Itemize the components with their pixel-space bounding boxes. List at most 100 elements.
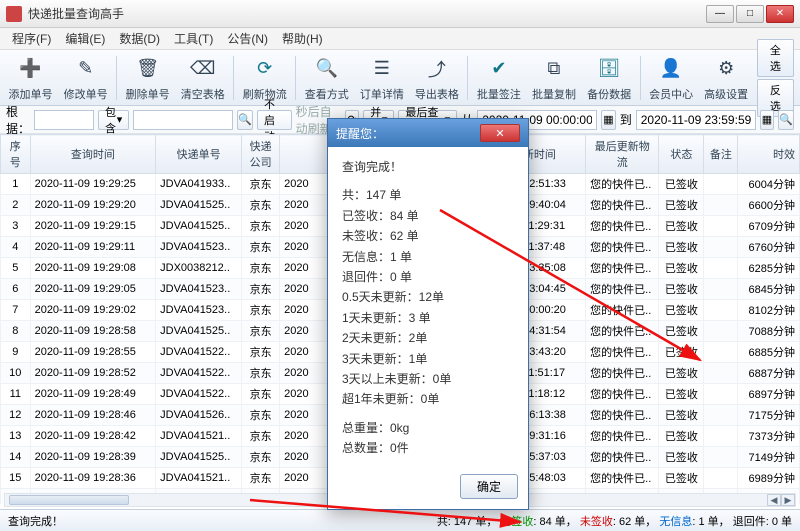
toolbar-查看方式[interactable]: 🔍查看方式	[302, 52, 351, 104]
toolbar-清空表格[interactable]: ⌫ 清空表格	[178, 52, 227, 104]
dialog-close-button[interactable]: ✕	[480, 124, 520, 142]
cell	[704, 258, 738, 279]
cell: 6897分钟	[738, 384, 800, 405]
column-header[interactable]: 最后更新物流	[586, 135, 659, 174]
cell: 您的快件已..	[586, 258, 659, 279]
column-header[interactable]: 备注	[704, 135, 738, 174]
date-from-picker[interactable]: ▦	[601, 110, 616, 130]
cell	[704, 279, 738, 300]
toolbar-separator	[116, 56, 117, 100]
window-title: 快递批量查询高手	[28, 5, 706, 22]
result-dialog: 提醒您： ✕ 查询完成！ 共：147 单已签收：84 单未签收：62 单无信息：…	[327, 118, 529, 510]
cell: 您的快件已..	[586, 174, 659, 195]
menu-item[interactable]: 编辑(E)	[59, 28, 111, 49]
column-header[interactable]: 时效	[738, 135, 800, 174]
toolbar-label: 批量签注	[477, 86, 521, 102]
scroll-thumb[interactable]	[9, 495, 129, 505]
toolbar-批量复制[interactable]: ⧉批量复制	[529, 52, 578, 104]
column-header[interactable]: 序号	[1, 135, 31, 174]
scroll-left-button[interactable]: ◀	[767, 494, 781, 506]
toolbar-label: 清空表格	[181, 86, 225, 102]
close-button[interactable]: ✕	[766, 5, 794, 23]
column-header[interactable]: 快递公司	[242, 135, 280, 174]
cell: JDVA041522..	[156, 342, 242, 363]
cell: 京东	[242, 426, 280, 447]
cell	[704, 216, 738, 237]
cell: 已签收	[659, 342, 704, 363]
cell: 您的快件已..	[586, 216, 659, 237]
cell: 2020-11-09 19:29:08	[30, 258, 156, 279]
cell: 6885分钟	[738, 342, 800, 363]
cell: 已签收	[659, 447, 704, 468]
titlebar: 快递批量查询高手 — □ ✕	[0, 0, 800, 28]
menu-item[interactable]: 帮助(H)	[276, 28, 329, 49]
filter-value-input[interactable]	[133, 110, 233, 130]
dialog-ok-button[interactable]: 确定	[460, 474, 518, 499]
cell	[704, 426, 738, 447]
filter-field-select[interactable]	[34, 110, 94, 130]
column-header[interactable]: 状态	[659, 135, 704, 174]
contain-select[interactable]: 包含 ▾	[98, 110, 129, 130]
dialog-line: 无信息：1 单	[342, 247, 514, 267]
select-all-button[interactable]: 全选	[757, 39, 794, 77]
cell	[704, 405, 738, 426]
toolbar-label: 会员中心	[649, 86, 693, 102]
dialog-line: 1天未更新：3 单	[342, 308, 514, 328]
filter-go-button[interactable]: 🔍	[778, 110, 794, 130]
cell: 您的快件已..	[586, 363, 659, 384]
toolbar-icon: 🗑	[133, 54, 163, 84]
cell: 已签收	[659, 426, 704, 447]
menu-item[interactable]: 公告(N)	[221, 28, 274, 49]
cell: 13	[1, 426, 31, 447]
cell	[704, 300, 738, 321]
date-to-picker[interactable]: ▦	[760, 110, 775, 130]
maximize-button[interactable]: □	[736, 5, 764, 23]
cell: 京东	[242, 384, 280, 405]
toolbar-icon: ⟳	[250, 54, 280, 84]
scroll-right-button[interactable]: ▶	[781, 494, 795, 506]
search-button[interactable]: 🔍	[237, 110, 253, 130]
cell: JDVA041933..	[156, 174, 242, 195]
toolbar-icon: ☰	[367, 54, 397, 84]
autostart-toggle[interactable]: 不启动	[257, 110, 292, 130]
toolbar-修改单号[interactable]: ✎修改单号	[61, 52, 110, 104]
menu-item[interactable]: 程序(F)	[6, 28, 57, 49]
menu-item[interactable]: 数据(D)	[113, 28, 166, 49]
column-header[interactable]: 查询时间	[30, 135, 156, 174]
menubar: 程序(F)编辑(E)数据(D)工具(T)公告(N)帮助(H)	[0, 28, 800, 50]
dialog-header[interactable]: 提醒您： ✕	[328, 119, 528, 147]
cell: 京东	[242, 300, 280, 321]
cell: 京东	[242, 468, 280, 489]
cell: JDVA041525..	[156, 447, 242, 468]
toolbar-添加单号[interactable]: ➕添加单号	[6, 52, 55, 104]
menu-item[interactable]: 工具(T)	[168, 28, 219, 49]
toolbar-icon: ✔	[484, 54, 514, 84]
cell: 6845分钟	[738, 279, 800, 300]
toolbar-separator	[233, 56, 234, 100]
cell: 已签收	[659, 300, 704, 321]
toolbar-icon: ⤴	[422, 54, 452, 84]
cell: 京东	[242, 258, 280, 279]
cell: 7	[1, 300, 31, 321]
cell: 2020-11-09 19:28:42	[30, 426, 156, 447]
toolbar-订单详情[interactable]: ☰订单详情	[357, 52, 406, 104]
cell: 9	[1, 342, 31, 363]
toolbar-高级设置[interactable]: ⚙高级设置	[702, 52, 751, 104]
toolbar-icon: ⌫	[188, 54, 218, 84]
minimize-button[interactable]: —	[706, 5, 734, 23]
cell: 您的快件已..	[586, 342, 659, 363]
toolbar-备份数据[interactable]: 🗄备份数据	[585, 52, 634, 104]
toolbar-批量签注[interactable]: ✔ 批量签注	[474, 52, 523, 104]
toolbar-会员中心[interactable]: 👤会员中心	[647, 52, 696, 104]
toolbar-icon: ⧉	[539, 54, 569, 84]
date-to-input[interactable]	[636, 110, 756, 130]
cell: 京东	[242, 363, 280, 384]
to-label: 到	[620, 111, 632, 128]
toolbar-导出表格[interactable]: ⤴导出表格	[412, 52, 461, 104]
cell: 京东	[242, 216, 280, 237]
cell: JDVA041522..	[156, 384, 242, 405]
cell: 2020-11-09 19:28:39	[30, 447, 156, 468]
cell: 京东	[242, 174, 280, 195]
column-header[interactable]: 快递单号	[156, 135, 242, 174]
toolbar-删除单号[interactable]: 🗑删除单号	[123, 52, 172, 104]
